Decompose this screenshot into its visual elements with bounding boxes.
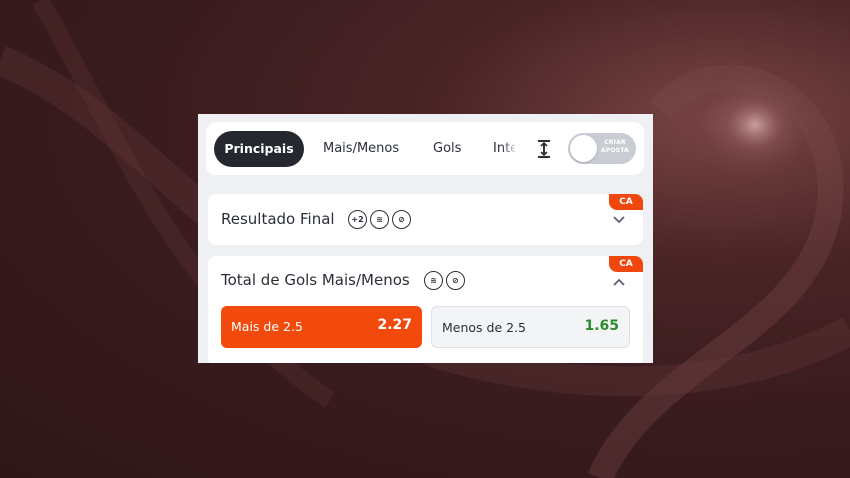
odds-button-menos-de-2-5[interactable]: Menos de 2.5 1.65 — [431, 306, 630, 348]
selection-label: Menos de 2.5 — [442, 320, 527, 335]
market-feature-icons: +2 ≋ ⊘ — [348, 210, 411, 229]
toggle-label-line2: APOSTA — [601, 147, 629, 154]
tab-gols[interactable]: Gols — [433, 131, 461, 167]
cashout-icon: ⊘ — [446, 271, 465, 290]
chevron-up-icon[interactable] — [613, 278, 625, 286]
market-title: Resultado Final — [221, 210, 335, 228]
toggle-knob — [570, 135, 597, 162]
betting-panel: Principais Mais/Menos Gols Intervalo CRI… — [198, 114, 653, 363]
market-resultado-final[interactable]: Resultado Final +2 ≋ ⊘ CA — [208, 194, 643, 245]
tab-mais-menos[interactable]: Mais/Menos — [323, 131, 399, 167]
chevron-down-icon[interactable] — [613, 216, 625, 224]
ca-badge: CA — [609, 256, 643, 272]
plus-two-goal-icon: +2 — [348, 210, 367, 229]
odds-value: 1.65 — [584, 318, 619, 334]
toggle-label: CRIAR APOSTA — [598, 139, 632, 155]
selection-label: Mais de 2.5 — [231, 319, 303, 334]
tab-principais[interactable]: Principais — [214, 131, 304, 167]
early-payout-icon: ≋ — [370, 210, 389, 229]
odds-value: 2.27 — [377, 317, 412, 333]
odds-button-mais-de-2-5[interactable]: Mais de 2.5 2.27 — [221, 306, 422, 348]
market-feature-icons: ≋ ⊘ — [424, 271, 465, 290]
toggle-label-line1: CRIAR — [604, 139, 626, 146]
early-payout-icon: ≋ — [424, 271, 443, 290]
cashout-icon: ⊘ — [392, 210, 411, 229]
ca-badge: CA — [609, 194, 643, 210]
market-title[interactable]: Total de Gols Mais/Menos — [221, 271, 410, 289]
criar-aposta-toggle[interactable]: CRIAR APOSTA — [568, 133, 636, 164]
market-total-gols: Total de Gols Mais/Menos ≋ ⊘ CA Mais de … — [208, 256, 643, 363]
tab-overflow-fade — [502, 136, 518, 162]
vertical-resize-icon[interactable] — [536, 139, 552, 159]
market-tab-bar: Principais Mais/Menos Gols Intervalo CRI… — [206, 122, 644, 175]
